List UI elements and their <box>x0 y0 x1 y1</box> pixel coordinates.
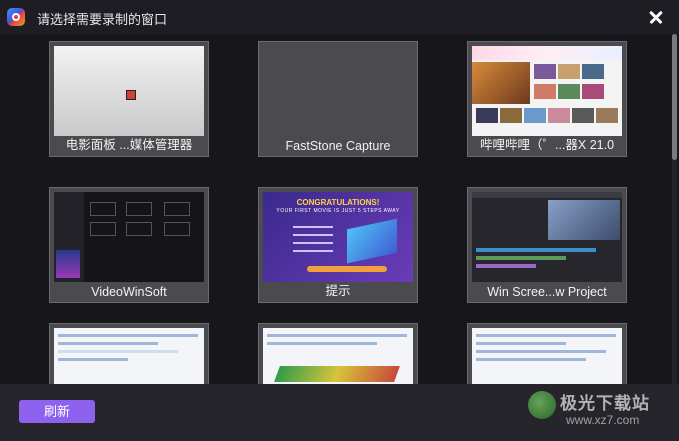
footer-bar: 刷新 极光下载站 www.xz7.com <box>0 384 679 441</box>
window-card[interactable] <box>49 323 209 384</box>
window-card[interactable]: 哔哩哔哩（゜...器X 21.0 <box>467 41 627 157</box>
thumbnail-subheading: YOUR FIRST MOVIE IS JUST 5 STEPS AWAY <box>276 208 400 214</box>
window-label: VideoWinSoft <box>91 285 167 299</box>
window-thumbnail <box>54 46 204 136</box>
window-label: 哔哩哔哩（゜...器X 21.0 <box>479 138 615 152</box>
window-label: Win Scree...w Project <box>487 285 607 299</box>
window-card[interactable]: VideoWinSoft <box>49 187 209 303</box>
window-card[interactable]: CONGRATULATIONS! YOUR FIRST MOVIE IS JUS… <box>258 187 418 303</box>
watermark-logo-icon <box>528 391 556 419</box>
title-bar: 请选择需要录制的窗口 <box>0 0 679 34</box>
window-title: 请选择需要录制的窗口 <box>37 12 168 27</box>
window-label: FastStone Capture <box>285 139 391 153</box>
window-grid: 电影面板 ...媒体管理器 FastStone Capture 哔哩哔哩（゜..… <box>0 34 670 384</box>
thumbnail-heading: CONGRATULATIONS! <box>296 198 380 207</box>
watermark: 极光下载站 www.xz7.com <box>528 387 678 439</box>
window-thumbnail <box>472 192 622 282</box>
window-thumbnail <box>472 46 622 136</box>
close-icon[interactable] <box>644 5 668 29</box>
scrollbar[interactable] <box>672 34 677 384</box>
watermark-name: 极光下载站 <box>560 394 650 413</box>
window-thumbnail: CONGRATULATIONS! YOUR FIRST MOVIE IS JUS… <box>263 192 413 282</box>
app-logo-icon <box>7 8 25 26</box>
window-card[interactable] <box>467 323 627 384</box>
window-thumbnail <box>54 192 204 282</box>
window-thumbnail <box>54 328 204 384</box>
watermark-url: www.xz7.com <box>566 413 640 427</box>
scrollbar-thumb[interactable] <box>672 34 677 160</box>
refresh-button[interactable]: 刷新 <box>19 400 95 423</box>
window-label: 提示 <box>325 284 351 298</box>
window-card[interactable] <box>258 323 418 384</box>
window-thumbnail <box>263 328 413 384</box>
window-card[interactable]: 电影面板 ...媒体管理器 <box>49 41 209 157</box>
window-card[interactable]: FastStone Capture <box>258 41 418 157</box>
window-label: 电影面板 ...媒体管理器 <box>65 138 193 152</box>
window-thumbnail <box>263 46 413 136</box>
window-thumbnail <box>472 328 622 384</box>
window-card[interactable]: Win Scree...w Project <box>467 187 627 303</box>
